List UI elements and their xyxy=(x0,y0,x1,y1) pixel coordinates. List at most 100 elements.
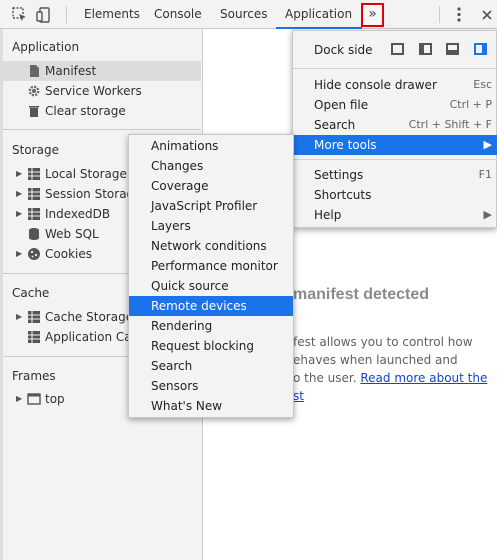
more-tabs-button[interactable]: » xyxy=(361,3,384,27)
submenu-item-label: Network conditions xyxy=(151,239,267,253)
grid-icon xyxy=(28,331,40,343)
menu-item-label: Search xyxy=(314,118,356,132)
menu-separator xyxy=(293,159,497,160)
toolbar-separator xyxy=(66,6,67,23)
menu-item-shortcut: Ctrl + Shift + F xyxy=(408,118,492,131)
submenu-item-label: What's New xyxy=(151,399,223,413)
submenu-item-rendering[interactable]: Rendering xyxy=(129,316,293,336)
tab-sources[interactable]: Sources xyxy=(220,0,267,29)
section-title-application: Application xyxy=(12,40,80,54)
dock-left-icon[interactable] xyxy=(419,43,432,55)
inspect-element-icon[interactable] xyxy=(12,7,28,23)
sidebar-divider xyxy=(3,129,201,130)
expand-arrow-icon[interactable]: ▶ xyxy=(16,389,22,409)
manifest-description-line: ehaves when launched and xyxy=(293,353,458,367)
manifest-empty-title: manifest detected xyxy=(293,286,430,303)
read-more-link[interactable]: Read more about the xyxy=(360,371,487,385)
dock-bottom-icon[interactable] xyxy=(446,43,459,55)
submenu-item-label: Quick source xyxy=(151,279,229,293)
menu-item-shortcut: Esc xyxy=(473,78,492,91)
sidebar-item-label: top xyxy=(45,392,65,406)
sidebar-item-label: Cookies xyxy=(45,247,92,261)
submenu-item-label: Layers xyxy=(151,219,191,233)
trash-icon xyxy=(29,106,39,117)
expand-arrow-icon[interactable]: ▶ xyxy=(16,244,22,264)
submenu-item-whats-new[interactable]: What's New xyxy=(129,396,293,416)
submenu-item-performance-monitor[interactable]: Performance monitor xyxy=(129,256,293,276)
submenu-item-changes[interactable]: Changes xyxy=(129,156,293,176)
menu-item-help[interactable]: Help ▶ xyxy=(293,205,497,225)
undock-icon[interactable] xyxy=(391,43,404,55)
submenu-item-animations[interactable]: Animations xyxy=(129,136,293,156)
submenu-item-quick-source[interactable]: Quick source xyxy=(129,276,293,296)
toolbar-separator xyxy=(439,6,440,23)
database-icon xyxy=(29,228,39,240)
menu-item-label: Shortcuts xyxy=(314,188,372,202)
customize-devtools-menu: Dock side Hide console drawer Esc Open f… xyxy=(292,30,497,228)
submenu-item-label: Changes xyxy=(151,159,204,173)
submenu-item-search[interactable]: Search xyxy=(129,356,293,376)
submenu-item-javascript-profiler[interactable]: JavaScript Profiler xyxy=(129,196,293,216)
more-tools-submenu: Animations Changes Coverage JavaScript P… xyxy=(128,134,294,418)
kebab-menu-icon[interactable] xyxy=(455,6,463,23)
menu-item-label: Help xyxy=(314,208,342,222)
tab-elements[interactable]: Elements xyxy=(84,0,140,29)
menu-item-label: Hide console drawer xyxy=(314,78,437,92)
menu-item-search[interactable]: Search Ctrl + Shift + F xyxy=(293,115,497,135)
menu-item-open-file[interactable]: Open file Ctrl + P xyxy=(293,95,497,115)
submenu-item-label: Search xyxy=(151,359,193,373)
submenu-item-layers[interactable]: Layers xyxy=(129,216,293,236)
expand-arrow-icon[interactable]: ▶ xyxy=(16,307,22,327)
sidebar-item-label: IndexedDB xyxy=(45,207,111,221)
sidebar-item-clear-storage[interactable]: Clear storage xyxy=(3,101,201,121)
sidebar-item-label: Local Storage xyxy=(45,167,127,181)
submenu-item-label: Coverage xyxy=(151,179,209,193)
submenu-item-label: Animations xyxy=(151,139,219,153)
sidebar-item-service-workers[interactable]: Service Workers xyxy=(3,81,201,101)
tab-application[interactable]: Application xyxy=(276,0,363,29)
grid-icon xyxy=(28,188,40,200)
frame-icon xyxy=(27,393,41,405)
expand-arrow-icon[interactable]: ▶ xyxy=(16,184,22,204)
section-title-frames: Frames xyxy=(12,369,56,383)
submenu-arrow-icon: ▶ xyxy=(483,138,492,151)
cookie-icon xyxy=(28,248,40,260)
section-title-cache: Cache xyxy=(12,286,50,300)
submenu-item-coverage[interactable]: Coverage xyxy=(129,176,293,196)
expand-arrow-icon[interactable]: ▶ xyxy=(16,204,22,224)
submenu-item-label: Rendering xyxy=(151,319,213,333)
devtools-toolbar: Elements Console Sources Application » xyxy=(0,0,497,29)
close-icon[interactable] xyxy=(480,6,494,23)
sidebar-item-label: Manifest xyxy=(45,64,97,78)
read-more-link-continued[interactable]: st xyxy=(293,389,304,403)
sidebar-item-manifest[interactable]: Manifest xyxy=(3,61,201,81)
tab-console[interactable]: Console xyxy=(154,0,202,29)
submenu-item-label: JavaScript Profiler xyxy=(151,199,258,213)
menu-item-shortcut: F1 xyxy=(478,168,492,181)
menu-item-settings[interactable]: Settings F1 xyxy=(293,165,497,185)
menu-separator xyxy=(293,68,497,69)
sidebar-item-label: Service Workers xyxy=(45,84,142,98)
expand-arrow-icon[interactable]: ▶ xyxy=(16,164,22,184)
submenu-arrow-icon: ▶ xyxy=(483,208,492,221)
submenu-item-sensors[interactable]: Sensors xyxy=(129,376,293,396)
submenu-item-network-conditions[interactable]: Network conditions xyxy=(129,236,293,256)
submenu-item-request-blocking[interactable]: Request blocking xyxy=(129,336,293,356)
menu-item-shortcuts[interactable]: Shortcuts xyxy=(293,185,497,205)
dock-right-icon[interactable] xyxy=(474,43,487,55)
submenu-item-label: Sensors xyxy=(151,379,199,393)
grid-icon xyxy=(28,311,40,323)
dock-side-label: Dock side xyxy=(314,43,373,57)
sidebar-item-label: Web SQL xyxy=(45,227,99,241)
manifest-description-line: o the user. Read more about the xyxy=(293,371,487,385)
manifest-icon xyxy=(30,65,39,77)
sidebar-item-label: Clear storage xyxy=(45,104,126,118)
sidebar-item-label: Cache Storage xyxy=(45,310,134,324)
submenu-item-remote-devices[interactable]: Remote devices xyxy=(129,296,293,316)
menu-item-hide-console-drawer[interactable]: Hide console drawer Esc xyxy=(293,75,497,95)
manifest-description-text: o the user. xyxy=(293,371,361,385)
submenu-item-label: Request blocking xyxy=(151,339,254,353)
device-toolbar-icon[interactable] xyxy=(36,7,52,23)
menu-item-more-tools[interactable]: More tools ▶ xyxy=(293,135,497,155)
submenu-item-label: Remote devices xyxy=(151,299,247,313)
